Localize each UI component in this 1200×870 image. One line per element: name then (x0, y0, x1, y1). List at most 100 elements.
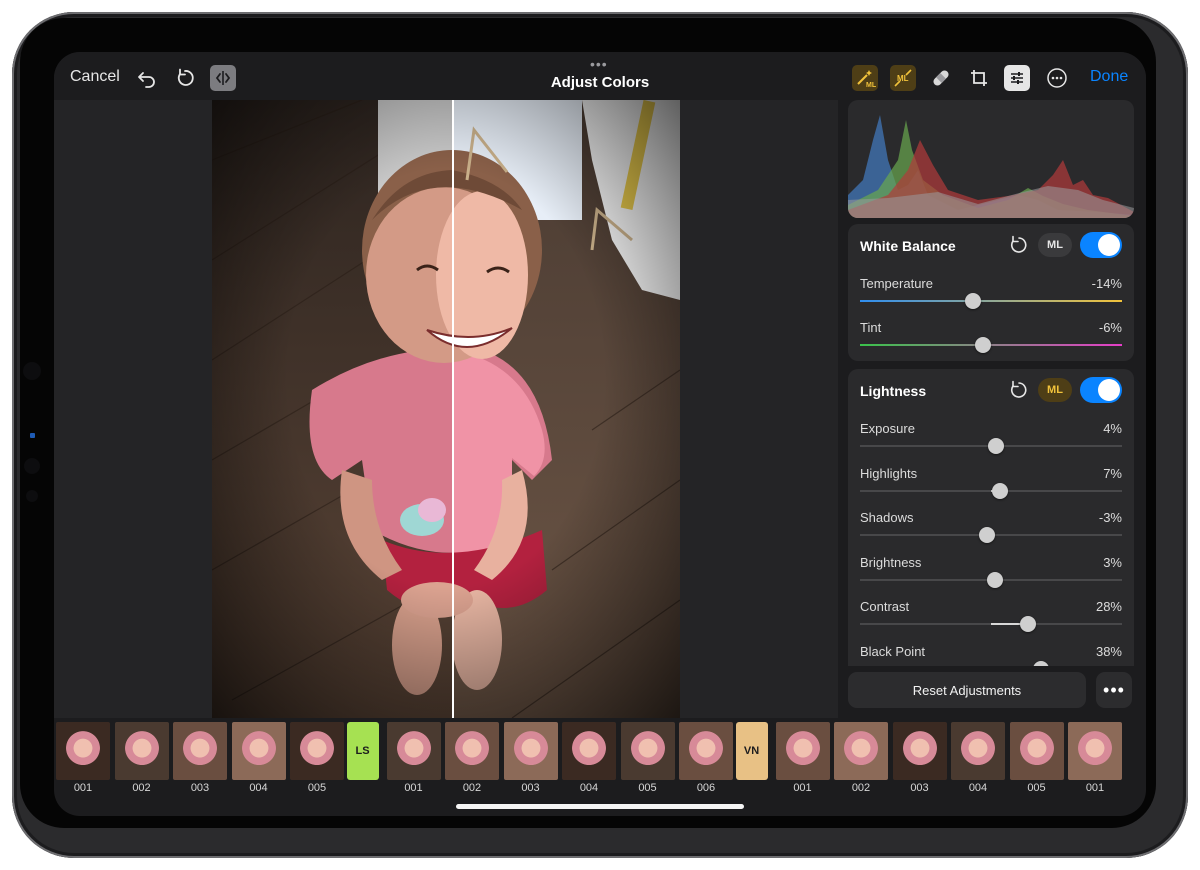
preset-thumbnail-image (503, 722, 558, 780)
temperature-label: Temperature (860, 276, 933, 291)
white-balance-ml-button[interactable]: ML (1038, 233, 1072, 257)
shadows-slider[interactable] (860, 527, 1122, 543)
preset-thumbnail-label: 004 (249, 782, 268, 794)
tint-slider-thumb[interactable] (975, 337, 992, 353)
preset-thumbnail-label: 002 (851, 782, 871, 794)
preset-group-tag[interactable]: LS (346, 722, 379, 780)
preset-thumbnail-label: 003 (521, 782, 540, 794)
preset-thumbnail-image (173, 722, 227, 780)
preset-thumbnail[interactable]: 001 (386, 722, 441, 794)
reset-lightness-icon[interactable] (1008, 379, 1030, 401)
preset-thumbnail-label: 005 (638, 782, 657, 794)
preset-thumbnail-image (114, 722, 169, 780)
preset-thumbnail-label: 001 (793, 782, 812, 794)
temperature-slider-thumb[interactable] (964, 293, 981, 309)
done-button[interactable]: Done (1090, 68, 1128, 86)
image-canvas (54, 100, 838, 718)
preset-thumbnail[interactable]: 001 (1068, 722, 1122, 794)
side-sensor-2 (26, 490, 38, 502)
brightness-label: Brightness (860, 555, 922, 570)
preset-thumbnail[interactable]: 004 (951, 722, 1005, 794)
black-point-label: Black Point (860, 644, 926, 659)
preset-thumbnail-image (1009, 722, 1064, 780)
preset-thumbnail-label: 003 (190, 782, 210, 794)
black-point-value: 38% (1095, 644, 1122, 659)
shadows-value: -3% (1098, 510, 1122, 525)
preset-thumbnail[interactable]: 004 (231, 722, 286, 794)
shadows-slider-thumb[interactable] (979, 527, 996, 543)
side-camera (23, 362, 41, 380)
exposure-label: Exposure (860, 421, 915, 436)
preset-thumbnail[interactable]: 002 (445, 722, 499, 794)
white-balance-section: White Balance ML Temperature -14% Tint -… (848, 224, 1134, 361)
side-indicator (30, 433, 35, 438)
grabber-dots-icon[interactable]: ••• (590, 57, 608, 71)
brightness-slider-thumb[interactable] (986, 572, 1003, 588)
preset-thumbnail[interactable]: 003 (173, 722, 227, 794)
preset-thumbnail[interactable]: 001 (775, 722, 830, 794)
app-screen: ••• Cancel Adjust Colors ML ML Done Whit… (54, 52, 1146, 816)
heal-bandage-icon[interactable] (928, 65, 954, 91)
tint-slider[interactable] (860, 337, 1122, 353)
exposure-slider[interactable] (860, 438, 1122, 454)
tint-value: -6% (1098, 320, 1122, 335)
preset-thumbnail[interactable]: 003 (503, 722, 558, 794)
temperature-value: -14% (1091, 276, 1122, 291)
side-sensor (24, 458, 40, 474)
preset-thumbnail[interactable]: 006 (679, 722, 733, 794)
more-options-button[interactable]: ••• (1096, 672, 1132, 708)
preset-thumbnail[interactable]: 003 (892, 722, 947, 794)
photo-preview[interactable] (212, 100, 680, 718)
preset-thumbnail[interactable]: 004 (562, 722, 616, 794)
toggle-knob (1098, 234, 1120, 256)
preset-group-tag[interactable]: VN (735, 722, 768, 780)
top-toolbar: ••• Cancel Adjust Colors ML ML Done (54, 52, 1146, 100)
shadows-label: Shadows (860, 510, 914, 525)
preset-thumbnail-image (679, 722, 733, 780)
highlights-label: Highlights (860, 466, 918, 481)
preset-thumbnail-image (290, 722, 344, 780)
preset-thumbnail-image (231, 722, 286, 780)
highlights-slider[interactable] (860, 483, 1122, 499)
preset-thumbnail-label: 003 (910, 782, 929, 794)
exposure-slider-thumb[interactable] (988, 438, 1005, 454)
contrast-value: 28% (1095, 599, 1122, 614)
home-indicator[interactable] (456, 804, 744, 809)
preset-thumbnail-image (951, 722, 1005, 780)
preset-thumbnail[interactable]: 005 (1009, 722, 1064, 794)
crop-icon[interactable] (966, 65, 992, 91)
adjust-sliders-icon[interactable] (1004, 65, 1030, 91)
preset-thumbnail[interactable]: 001 (56, 722, 110, 794)
contrast-slider[interactable] (860, 616, 1122, 632)
preset-filmstrip: 001 002 003 004 005 LS 001 002 003 004 005 006 VN 001… (54, 722, 1146, 794)
contrast-slider-thumb[interactable] (1019, 616, 1036, 632)
lightness-ml-button[interactable]: ML (1038, 378, 1072, 402)
white-balance-toggle[interactable] (1080, 232, 1122, 258)
preset-thumbnail-label: 005 (307, 782, 327, 794)
lightness-toggle[interactable] (1080, 377, 1122, 403)
preset-thumbnail-label: 002 (462, 782, 482, 794)
preset-thumbnail[interactable]: 002 (834, 722, 888, 794)
brightness-value: 3% (1103, 555, 1122, 570)
preset-thumbnail[interactable]: 005 (620, 722, 675, 794)
preset-thumbnail-label: 005 (1027, 782, 1046, 794)
preset-thumbnail-image (562, 722, 616, 780)
brightness-slider[interactable] (860, 572, 1122, 588)
reset-adjustments-button[interactable]: Reset Adjustments (848, 672, 1086, 708)
ml-magic-wand-icon[interactable]: ML (852, 65, 878, 91)
ml-auto-adjust-icon[interactable]: ML (890, 65, 916, 91)
adjustments-panel: White Balance ML Temperature -14% Tint -… (848, 100, 1134, 666)
preset-thumbnail[interactable]: 005 (290, 722, 344, 794)
preset-thumbnail-image (445, 722, 499, 780)
more-circle-icon[interactable] (1044, 65, 1070, 91)
highlights-slider-thumb[interactable] (992, 483, 1009, 499)
black-point-slider-thumb[interactable] (1032, 661, 1049, 666)
preset-thumbnail-image (620, 722, 675, 780)
highlights-value: 7% (1103, 466, 1122, 481)
preset-thumbnail-label: 006 (696, 782, 716, 794)
preset-thumbnail-image (56, 722, 110, 780)
before-after-split-handle[interactable] (452, 100, 454, 718)
preset-thumbnail[interactable]: 002 (114, 722, 169, 794)
reset-white-balance-icon[interactable] (1008, 234, 1030, 256)
temperature-slider[interactable] (860, 293, 1122, 309)
